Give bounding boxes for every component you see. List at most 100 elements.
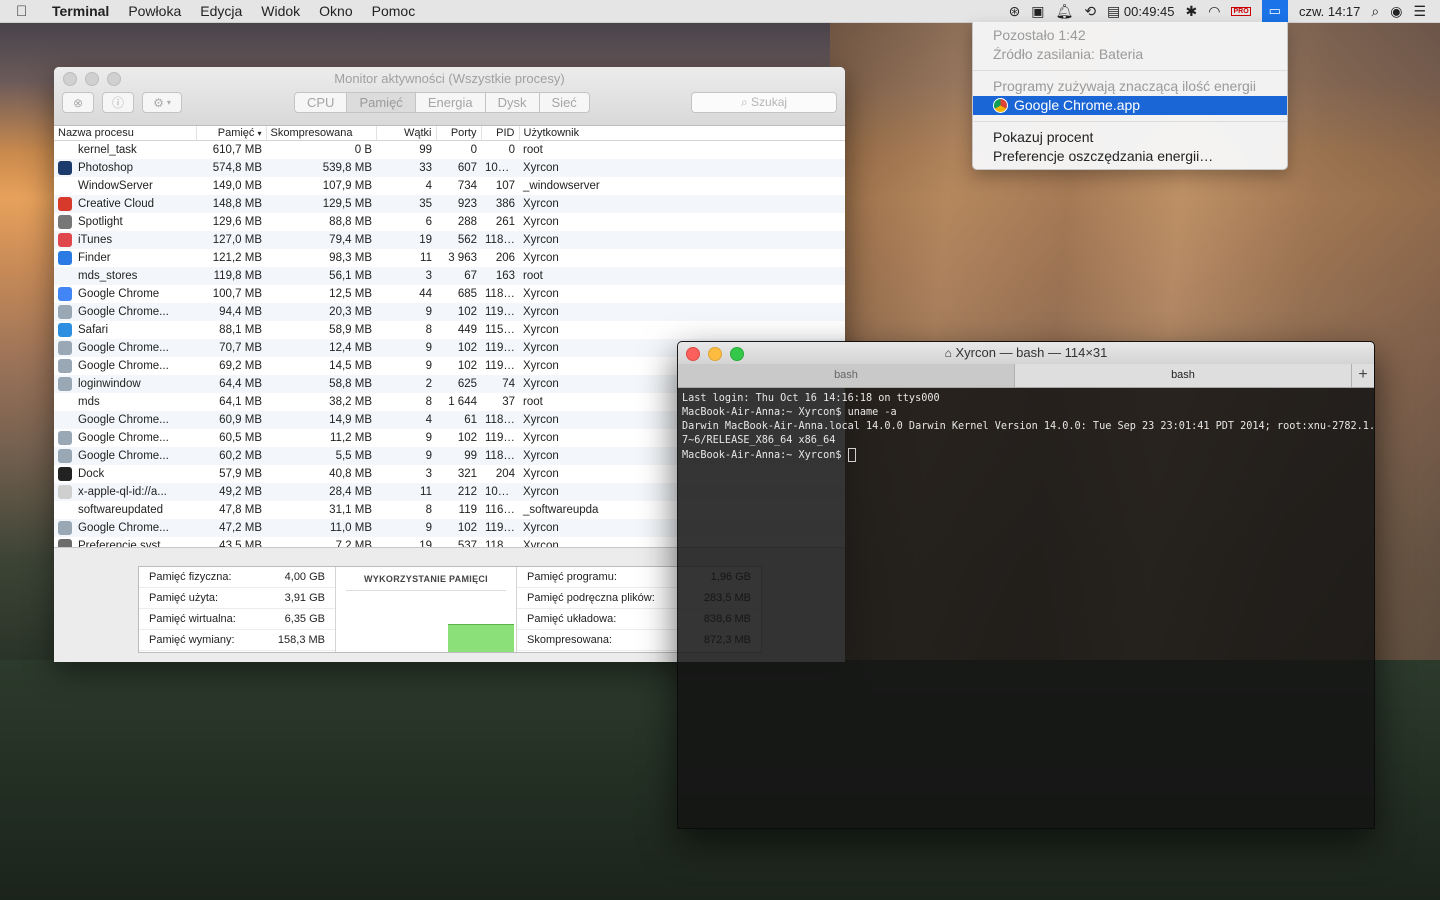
notification-center-icon[interactable]: ☰ — [1413, 3, 1426, 20]
zoom-button[interactable] — [730, 347, 744, 361]
close-button[interactable] — [686, 347, 700, 361]
pid-cell: 11877 — [481, 411, 519, 429]
ports-cell: 102 — [457, 432, 477, 444]
search-input[interactable]: ⌕ Szukaj — [691, 92, 837, 113]
memory-stat-label: Pamięć układowa: — [527, 613, 617, 625]
battery-status-button[interactable]: ▭ — [1261, 0, 1288, 22]
threads-cell: 9 — [376, 339, 436, 357]
table-row[interactable]: Finder 121,2 MB 98,3 MB 11 3 963 206 Xyrcon — [54, 249, 845, 267]
pid-cell: 11913 — [485, 432, 517, 444]
timer-widget[interactable]: ▤ 00:49:45 — [1107, 3, 1174, 20]
process-name: mds — [78, 396, 100, 408]
none-icon — [58, 143, 72, 157]
column-header-ports[interactable]: Porty — [436, 126, 482, 141]
table-row[interactable]: Google Chrome 100,7 MB 12,5 MB 44 685 11874 Xy… — [54, 285, 845, 303]
battery-remaining: Pozostało 1:42 — [993, 27, 1086, 43]
menu-help[interactable]: Pomoc — [372, 3, 416, 19]
activity-monitor-toolbar: Monitor aktywności (Wszystkie procesy) ⊗… — [54, 67, 845, 126]
memory-cell: 574,8 MB — [196, 159, 266, 177]
column-header-threads[interactable]: Wątki — [376, 126, 437, 141]
actions-button[interactable]: ⚙ ▾ — [142, 92, 182, 113]
none-icon — [58, 395, 72, 409]
wifi-icon[interactable]: ◠ — [1208, 3, 1220, 20]
bluetooth-icon[interactable]: ✱ — [1186, 3, 1198, 20]
menu-item-show-percent[interactable]: Pokazuj procent — [973, 128, 1287, 147]
memory-stat-row: Pamięć wirtualna: 6,35 GB — [139, 609, 335, 630]
column-header-pid[interactable]: PID — [481, 126, 520, 141]
user-cell: Xyrcon — [523, 288, 559, 300]
language-flag-icon[interactable]: PRO — [1231, 6, 1251, 16]
menu-edit[interactable]: Edycja — [200, 3, 242, 19]
process-name: softwareupdated — [78, 504, 164, 516]
memory-cell: 119,8 MB — [196, 267, 266, 285]
pid-cell: 11611 — [485, 504, 516, 516]
user-icon[interactable]: ◉ — [1390, 3, 1402, 20]
memory-stat-label: Pamięć wirtualna: — [149, 613, 236, 625]
memory-stat-value: 158,3 MB — [277, 634, 325, 646]
menu-item-chrome-app[interactable]: Google Chrome.app — [973, 96, 1287, 115]
user-cell: root — [523, 144, 543, 156]
menu-shell[interactable]: Powłoka — [128, 3, 181, 19]
terminal-output[interactable]: Last login: Thu Oct 16 14:16:18 on ttys0… — [678, 388, 1374, 467]
tab-memory[interactable]: Pamięć — [347, 93, 416, 112]
home-icon: ⌂ — [944, 346, 952, 360]
menu-separator — [973, 121, 1287, 122]
memory-stat-label: Pamięć wymiany: — [149, 634, 235, 646]
apple-menu-icon[interactable]:  — [16, 3, 34, 20]
tab-bash-1[interactable]: bash — [678, 364, 1015, 387]
threads-cell: 33 — [376, 159, 436, 177]
threads-cell: 19 — [376, 231, 436, 249]
tab-energy[interactable]: Energia — [416, 93, 486, 112]
creative-cloud-status-icon[interactable]: ⊛ — [1009, 3, 1021, 20]
minimize-button[interactable] — [708, 347, 722, 361]
menu-app-terminal[interactable]: Terminal — [52, 3, 109, 19]
quit-process-button[interactable]: ⊗ — [62, 92, 94, 113]
compressed-cell: 12,4 MB — [266, 339, 376, 357]
user-cell: root — [519, 267, 845, 285]
table-row[interactable]: mds_stores 119,8 MB 56,1 MB 3 67 163 root — [54, 267, 845, 285]
table-row[interactable]: Safari 88,1 MB 58,9 MB 8 449 11544 Xyrcon — [54, 321, 845, 339]
pid-cell: 74 — [481, 375, 519, 393]
menu-item-energy-preferences[interactable]: Preferencje oszczędzania energii… — [973, 147, 1287, 166]
chrome-icon — [58, 287, 72, 301]
process-name-cell: mds — [54, 393, 196, 411]
info-icon: ⓘ — [111, 96, 124, 110]
inspect-button[interactable]: ⓘ — [102, 92, 134, 113]
user-cell: Xyrcon — [519, 303, 845, 321]
table-row[interactable]: Creative Cloud 148,8 MB 129,5 MB 35 923 386 Xy… — [54, 195, 845, 213]
process-name: Google Chrome... — [78, 522, 169, 534]
ports-cell: 102 — [436, 519, 481, 537]
spotlight-search-icon[interactable]: ⌕ — [1371, 3, 1379, 20]
memory-stat-label: Pamięć podręczna plików: — [527, 592, 655, 604]
column-header-memory[interactable]: Pamięć ▾ — [196, 126, 267, 141]
user-cell: Xyrcon — [523, 252, 559, 264]
tab-disk[interactable]: Dysk — [486, 93, 540, 112]
memory-cell: 57,9 MB — [219, 468, 262, 480]
column-header-name[interactable]: Nazwa procesu — [54, 126, 197, 141]
column-header-user[interactable]: Użytkownik — [519, 126, 845, 141]
process-name: Google Chrome... — [78, 432, 169, 444]
tab-cpu[interactable]: CPU — [295, 93, 348, 112]
table-row[interactable]: Spotlight 129,6 MB 88,8 MB 6 288 261 Xyrcon — [54, 213, 845, 231]
ports-cell: 1 644 — [448, 396, 477, 408]
clock[interactable]: czw. 14:17 — [1299, 4, 1360, 19]
menu-view[interactable]: Widok — [261, 3, 300, 19]
menu-item-label: Google Chrome.app — [1014, 97, 1141, 113]
time-machine-icon[interactable]: ⟲ — [1084, 3, 1096, 20]
notification-bell-icon[interactable]: 🔔︎ — [1056, 3, 1074, 20]
table-row[interactable]: WindowServer 149,0 MB 107,9 MB 4 734 107 _wind… — [54, 177, 845, 195]
table-row[interactable]: kernel_task 610,7 MB 0 B 99 0 0 root — [54, 141, 845, 160]
table-row[interactable]: Photoshop 574,8 MB 539,8 MB 33 607 10201 Xyrco… — [54, 159, 845, 177]
memory-stat-row: Pamięć wymiany: 158,3 MB — [139, 630, 335, 651]
tab-network[interactable]: Sieć — [540, 93, 589, 112]
process-name-cell: loginwindow — [54, 375, 196, 393]
tab-bash-2[interactable]: bash — [1015, 364, 1352, 387]
table-row[interactable]: Google Chrome... 94,4 MB 20,3 MB 9 102 11901 X… — [54, 303, 845, 321]
compressed-cell: 14,5 MB — [329, 360, 372, 372]
menu-window[interactable]: Okno — [319, 3, 352, 19]
table-row[interactable]: iTunes 127,0 MB 79,4 MB 19 562 11804 Xyrcon — [54, 231, 845, 249]
memory-cell: 70,7 MB — [196, 339, 266, 357]
new-tab-button[interactable]: + — [1352, 364, 1374, 387]
column-header-compressed[interactable]: Skompresowana — [266, 126, 377, 141]
display-icon[interactable]: ▣ — [1031, 3, 1044, 20]
